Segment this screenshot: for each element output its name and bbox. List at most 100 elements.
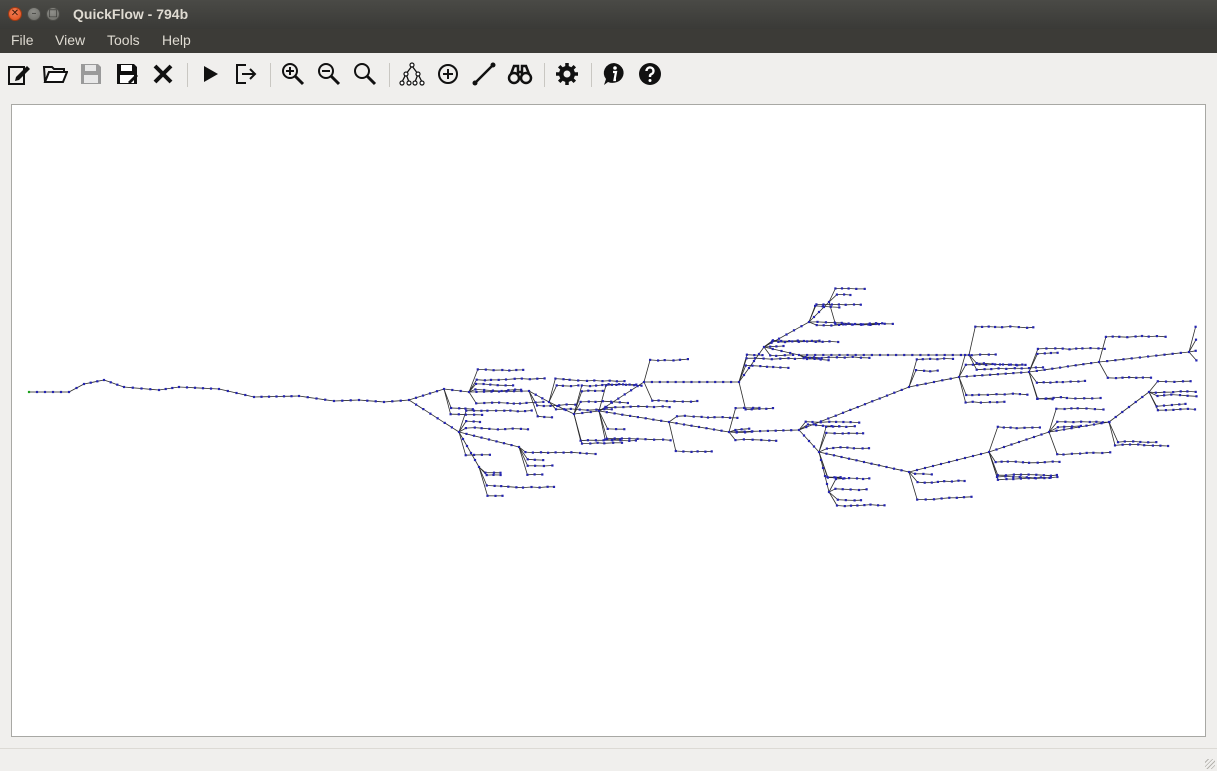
graph-edges xyxy=(29,288,1197,506)
graph-node xyxy=(822,425,824,427)
close-document-button[interactable] xyxy=(148,59,178,89)
graph-edge xyxy=(522,379,530,380)
graph-node xyxy=(787,357,789,359)
graph-node xyxy=(996,476,998,478)
graph-node xyxy=(606,407,608,409)
graph-edge xyxy=(984,363,993,364)
menu-tools[interactable]: Tools xyxy=(107,32,140,48)
graph-node xyxy=(990,368,992,370)
zoom-fit-button[interactable] xyxy=(350,59,380,89)
graph-edge xyxy=(714,430,722,431)
add-node-button[interactable] xyxy=(433,59,463,89)
graph-node xyxy=(116,384,118,386)
graph-node xyxy=(790,429,792,431)
graph-edge xyxy=(998,374,1006,375)
save-as-button[interactable] xyxy=(112,59,142,89)
graph-node xyxy=(1195,391,1197,393)
graph-edge xyxy=(519,447,528,466)
resize-grip[interactable] xyxy=(1205,759,1215,769)
graph-edge xyxy=(245,395,254,397)
graph-node xyxy=(90,382,92,384)
graph-node xyxy=(227,390,229,392)
graph-node xyxy=(720,430,722,432)
graph-node xyxy=(244,394,246,396)
graph-edge xyxy=(1013,373,1021,374)
graph-edge xyxy=(973,402,981,403)
graph-node xyxy=(825,426,827,428)
graph-node xyxy=(628,440,630,442)
graph-node xyxy=(837,341,839,343)
graph-edge xyxy=(1063,382,1071,383)
graph-edge xyxy=(809,322,817,325)
graph-node xyxy=(498,379,500,381)
graph-node xyxy=(850,505,852,507)
graph-edge xyxy=(1181,352,1189,353)
graph-edge xyxy=(723,417,730,418)
graph-node xyxy=(916,499,918,501)
graph-canvas[interactable] xyxy=(11,104,1206,737)
tree-layout-button[interactable] xyxy=(397,59,427,89)
graph-node xyxy=(1095,421,1097,423)
graph-node xyxy=(465,410,467,412)
run-button[interactable] xyxy=(195,59,225,89)
graph-node xyxy=(484,472,486,474)
graph-node xyxy=(1148,336,1150,338)
graph-edge xyxy=(540,487,548,488)
menu-file[interactable]: File xyxy=(11,32,34,48)
graph-node xyxy=(834,287,836,289)
graph-edge xyxy=(512,445,520,447)
graph-node xyxy=(828,491,830,493)
graph-node xyxy=(806,354,808,356)
help-button[interactable] xyxy=(635,59,665,89)
graph-node xyxy=(1005,478,1007,480)
graph-node xyxy=(877,504,879,506)
window-maximize-button[interactable]: □ xyxy=(46,7,60,21)
open-button[interactable] xyxy=(40,59,70,89)
new-document-button[interactable] xyxy=(4,59,34,89)
graph-node xyxy=(693,416,695,418)
info-button[interactable] xyxy=(599,59,629,89)
window-close-button[interactable]: ✕ xyxy=(8,7,22,21)
graph-node xyxy=(1152,445,1154,447)
graph-node xyxy=(1128,406,1130,408)
save-button[interactable] xyxy=(76,59,106,89)
graph-node xyxy=(400,400,402,402)
graph-node xyxy=(473,420,475,422)
graph-node xyxy=(836,294,838,296)
zoom-out-button[interactable] xyxy=(314,59,344,89)
graph-node xyxy=(601,380,603,382)
graph-node xyxy=(844,357,846,359)
menu-view[interactable]: View xyxy=(55,32,85,48)
graph-node xyxy=(763,358,765,360)
graph-node xyxy=(798,429,800,431)
zoom-in-button[interactable] xyxy=(278,59,308,89)
graph-node xyxy=(814,354,816,356)
graph-node xyxy=(1058,461,1060,463)
graph-node xyxy=(103,379,105,381)
graph-node xyxy=(1165,336,1167,338)
graph-edge xyxy=(237,393,246,395)
graph-node xyxy=(933,498,935,500)
window-minimize-button[interactable]: – xyxy=(27,7,41,21)
export-button[interactable] xyxy=(231,59,261,89)
graph-node xyxy=(835,415,837,417)
graph-node xyxy=(818,451,820,453)
graph-node xyxy=(854,499,856,501)
graph-node xyxy=(450,407,452,409)
graph-edge xyxy=(677,423,685,424)
settings-button[interactable] xyxy=(552,59,582,89)
graph-node xyxy=(1148,391,1150,393)
menu-help[interactable]: Help xyxy=(162,32,191,48)
graph-node xyxy=(679,359,681,361)
graph-node xyxy=(779,358,781,360)
graph-node xyxy=(995,461,997,463)
graph-node xyxy=(849,294,851,296)
graph-edge xyxy=(933,464,941,466)
find-button[interactable] xyxy=(505,59,535,89)
graph-node xyxy=(563,408,565,410)
graph-node xyxy=(1057,352,1059,354)
connect-edge-button[interactable] xyxy=(469,59,499,89)
graph-node xyxy=(997,479,999,481)
graph-edge xyxy=(1187,391,1195,392)
graph-view[interactable] xyxy=(12,105,1205,736)
